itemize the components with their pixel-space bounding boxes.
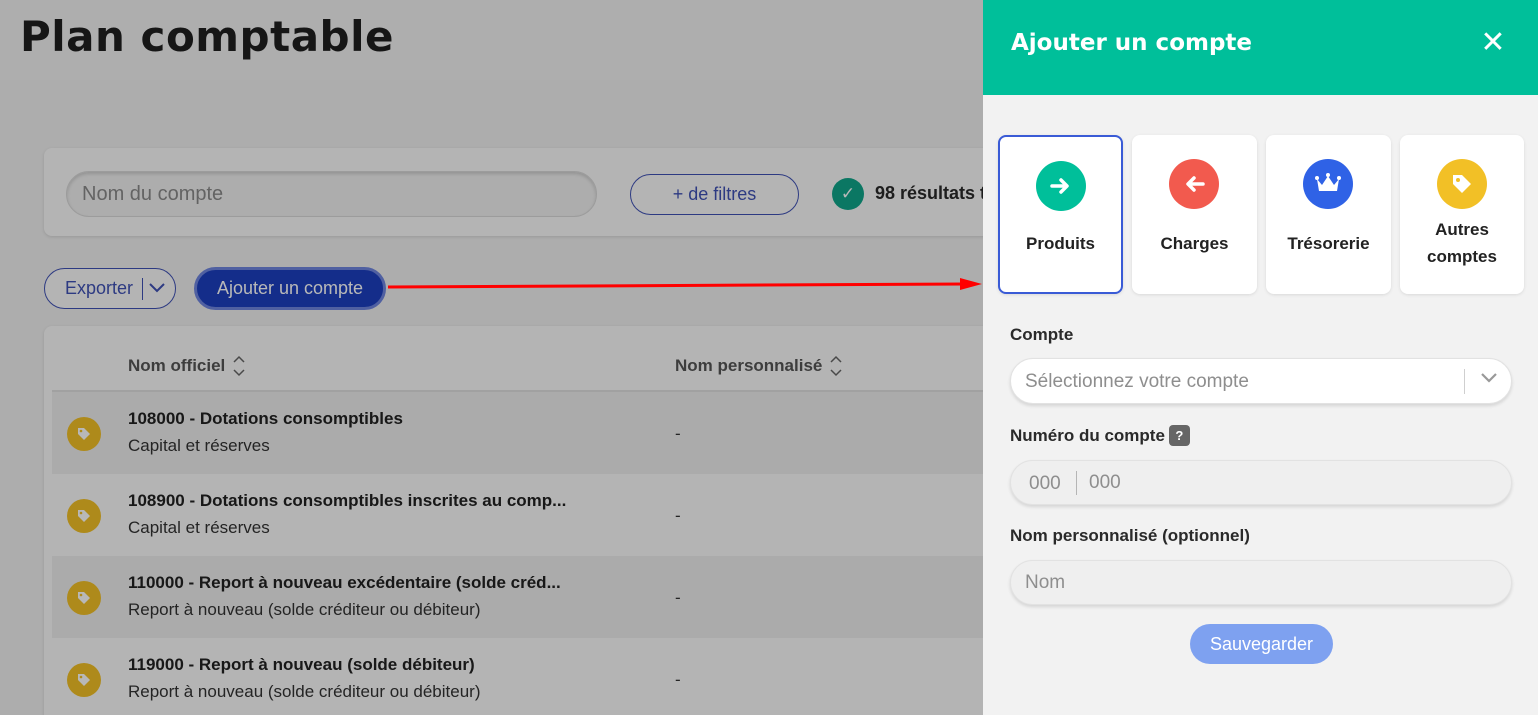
custom-name-field[interactable] xyxy=(1010,560,1512,605)
save-button[interactable]: Sauvegarder xyxy=(1190,624,1333,664)
help-icon[interactable]: ? xyxy=(1168,425,1190,446)
custom-name-label: Nom personnalisé (optionnel) xyxy=(1010,526,1250,545)
arrow-right-icon xyxy=(1036,161,1086,211)
type-card-autres-comptes[interactable]: Autres comptes xyxy=(1400,135,1524,294)
type-card-label: Charges xyxy=(1160,234,1229,253)
type-card-label: Produits xyxy=(1026,234,1095,253)
account-number-prefix: 000 xyxy=(1029,473,1061,494)
type-card-produits[interactable]: Produits xyxy=(998,135,1123,294)
panel-title: Ajouter un compte xyxy=(1011,30,1253,56)
account-label: Compte xyxy=(1010,325,1074,344)
type-card-charges[interactable]: Charges xyxy=(1132,135,1257,294)
account-number-label-text: Numéro du compte xyxy=(1010,426,1165,445)
account-number-divider xyxy=(1076,471,1077,495)
add-account-panel: Ajouter un compte ✕ Produits Charges Tré… xyxy=(983,0,1538,715)
select-divider xyxy=(1464,369,1465,394)
tag-icon xyxy=(1437,159,1487,209)
close-icon[interactable]: ✕ xyxy=(1478,28,1508,58)
panel-header: Ajouter un compte ✕ xyxy=(983,0,1538,95)
custom-name-input[interactable] xyxy=(1025,567,1495,599)
type-card-label: Trésorerie xyxy=(1287,234,1370,253)
arrow-left-icon xyxy=(1169,159,1219,209)
chevron-down-icon xyxy=(1480,370,1498,388)
type-card-label: Autres comptes xyxy=(1427,220,1497,266)
account-select-placeholder: Sélectionnez votre compte xyxy=(1025,371,1249,392)
modal-backdrop[interactable] xyxy=(0,0,983,715)
account-select[interactable]: Sélectionnez votre compte xyxy=(1010,358,1512,404)
account-number-input[interactable] xyxy=(1085,467,1485,499)
crown-icon xyxy=(1303,159,1353,209)
account-number-field[interactable]: 000 xyxy=(1010,460,1512,505)
account-number-label: Numéro du compte? xyxy=(1010,425,1190,446)
type-card-tresorerie[interactable]: Trésorerie xyxy=(1266,135,1391,294)
annotation-arrow-icon xyxy=(388,278,982,290)
